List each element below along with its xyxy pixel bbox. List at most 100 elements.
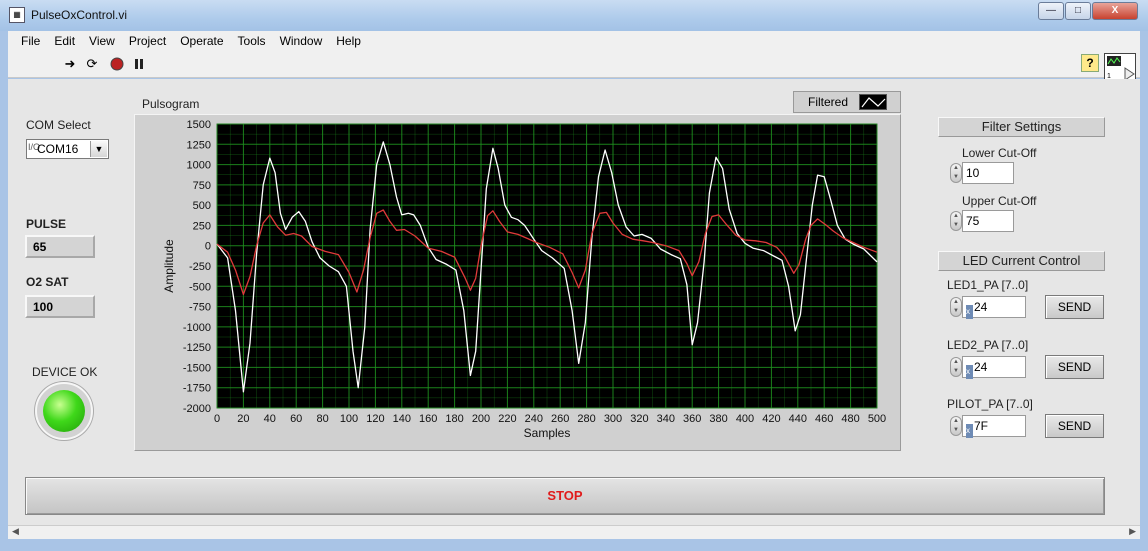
x-tick-label: 160	[419, 413, 437, 425]
x-tick-label: 480	[841, 413, 859, 425]
window-bottom-edge	[0, 539, 1148, 551]
led2-control[interactable]: ▲ ▼ x 24	[950, 356, 1026, 379]
led1-input[interactable]: x 24	[962, 296, 1026, 319]
toolbar: ➜ ⟳ ? 1	[8, 51, 1140, 83]
x-tick-label: 20	[237, 413, 249, 425]
x-tick-label: 180	[445, 413, 463, 425]
x-tick-label: 320	[630, 413, 648, 425]
x-tick-label: 380	[709, 413, 727, 425]
plot-legend[interactable]: Filtered	[793, 91, 901, 113]
pilot-input[interactable]: x 7F	[962, 415, 1026, 438]
com-select-dropdown[interactable]: I/O COM16 ▼	[26, 139, 109, 159]
o2-sat-indicator: 100	[25, 295, 95, 318]
x-tick-label: 340	[657, 413, 675, 425]
led-current-header: LED Current Control	[938, 251, 1105, 271]
o2-sat-label: O2 SAT	[26, 275, 69, 289]
x-tick-label: 440	[789, 413, 807, 425]
led-bulb	[43, 390, 85, 432]
x-tick-label: 300	[604, 413, 622, 425]
y-tick-label: -2000	[183, 403, 211, 415]
pulse-label: PULSE	[26, 217, 67, 231]
x-tick-label: 500	[868, 413, 886, 425]
x-tick-label: 400	[736, 413, 754, 425]
pilot-value: 7F	[974, 419, 989, 433]
spin-arrows-icon[interactable]: ▲ ▼	[950, 416, 962, 436]
spin-arrows-icon[interactable]: ▲ ▼	[950, 297, 962, 317]
run-arrow-icon[interactable]: ➜	[62, 56, 78, 71]
scroll-left-icon[interactable]: ◀	[12, 526, 19, 537]
radix-indicator: x	[966, 365, 973, 379]
x-axis-label: Samples	[524, 426, 571, 440]
radix-indicator: x	[966, 424, 973, 438]
upper-cutoff-label: Upper Cut-Off	[962, 194, 1037, 208]
y-tick-label: -500	[189, 281, 211, 293]
x-tick-label: 0	[214, 413, 220, 425]
title-bar: ▦ PulseOxControl.vi — □ X	[0, 0, 1148, 31]
menu-project[interactable]: Project	[122, 34, 173, 48]
run-continuously-icon[interactable]: ⟳	[84, 56, 100, 71]
lower-cutoff-input[interactable]: 10	[962, 162, 1014, 184]
vi-app-icon: ▦	[9, 7, 25, 23]
pulse-indicator: 65	[25, 235, 95, 258]
horizontal-scrollbar[interactable]: ◀ ▶	[8, 525, 1140, 539]
x-tick-label: 200	[472, 413, 490, 425]
scroll-right-icon[interactable]: ▶	[1129, 526, 1136, 537]
context-help-icon[interactable]: ?	[1081, 54, 1099, 72]
y-tick-label: -1500	[183, 362, 211, 374]
graph-label: Pulsogram	[142, 97, 200, 111]
spin-arrows-icon[interactable]: ▲ ▼	[950, 163, 962, 183]
y-tick-label: 1000	[187, 160, 211, 172]
stop-button[interactable]: STOP	[25, 477, 1105, 515]
menu-view[interactable]: View	[82, 34, 122, 48]
spin-arrows-icon[interactable]: ▲ ▼	[950, 357, 962, 377]
chevron-down-icon[interactable]: ▼	[90, 141, 107, 157]
maximize-button[interactable]: □	[1065, 2, 1091, 20]
minimize-button[interactable]: —	[1038, 2, 1064, 20]
abort-icon[interactable]	[109, 57, 125, 71]
x-tick-label: 220	[498, 413, 516, 425]
menu-bar: File Edit View Project Operate Tools Win…	[8, 31, 1140, 51]
pilot-control[interactable]: ▲ ▼ x 7F	[950, 415, 1026, 438]
front-panel: COM Select I/O COM16 ▼ PULSE 65 O2 SAT 1…	[8, 79, 1140, 525]
x-tick-label: 280	[577, 413, 595, 425]
com-select-label: COM Select	[26, 118, 91, 132]
pilot-send-button[interactable]: SEND	[1045, 414, 1104, 438]
x-tick-label: 260	[551, 413, 569, 425]
pause-icon[interactable]	[131, 57, 147, 71]
lower-cutoff-control[interactable]: ▲ ▼ 10	[950, 162, 1014, 184]
led2-input[interactable]: x 24	[962, 356, 1026, 379]
com-select-value: COM16	[37, 142, 79, 156]
led2-send-button[interactable]: SEND	[1045, 355, 1104, 379]
y-tick-label: 500	[193, 200, 211, 212]
menu-window[interactable]: Window	[273, 34, 330, 48]
upper-cutoff-control[interactable]: ▲ ▼ 75	[950, 210, 1014, 232]
upper-cutoff-input[interactable]: 75	[962, 210, 1014, 232]
device-ok-led	[35, 382, 93, 440]
x-tick-label: 40	[264, 413, 276, 425]
led1-send-button[interactable]: SEND	[1045, 295, 1104, 319]
radix-indicator: x	[966, 305, 973, 319]
legend-label: Filtered	[808, 95, 849, 109]
menu-file[interactable]: File	[14, 34, 47, 48]
close-button[interactable]: X	[1092, 2, 1138, 20]
window-title: PulseOxControl.vi	[31, 8, 128, 22]
menu-tools[interactable]: Tools	[231, 34, 273, 48]
led2-value: 24	[974, 360, 988, 374]
menu-operate[interactable]: Operate	[173, 34, 230, 48]
filter-settings-header: Filter Settings	[938, 117, 1105, 137]
x-tick-label: 140	[393, 413, 411, 425]
led1-label: LED1_PA [7..0]	[947, 278, 1029, 292]
y-tick-label: 1250	[187, 139, 211, 151]
y-tick-label: 0	[205, 241, 211, 253]
x-tick-label: 100	[340, 413, 358, 425]
led1-control[interactable]: ▲ ▼ x 24	[950, 296, 1026, 319]
device-ok-label: DEVICE OK	[32, 365, 98, 379]
y-tick-label: -1750	[183, 383, 211, 395]
y-tick-label: -750	[189, 302, 211, 314]
led1-value: 24	[974, 300, 988, 314]
spin-arrows-icon[interactable]: ▲ ▼	[950, 211, 962, 231]
menu-edit[interactable]: Edit	[47, 34, 82, 48]
menu-help[interactable]: Help	[329, 34, 368, 48]
y-tick-label: -1000	[183, 322, 211, 334]
y-axis-label: Amplitude	[162, 239, 176, 293]
